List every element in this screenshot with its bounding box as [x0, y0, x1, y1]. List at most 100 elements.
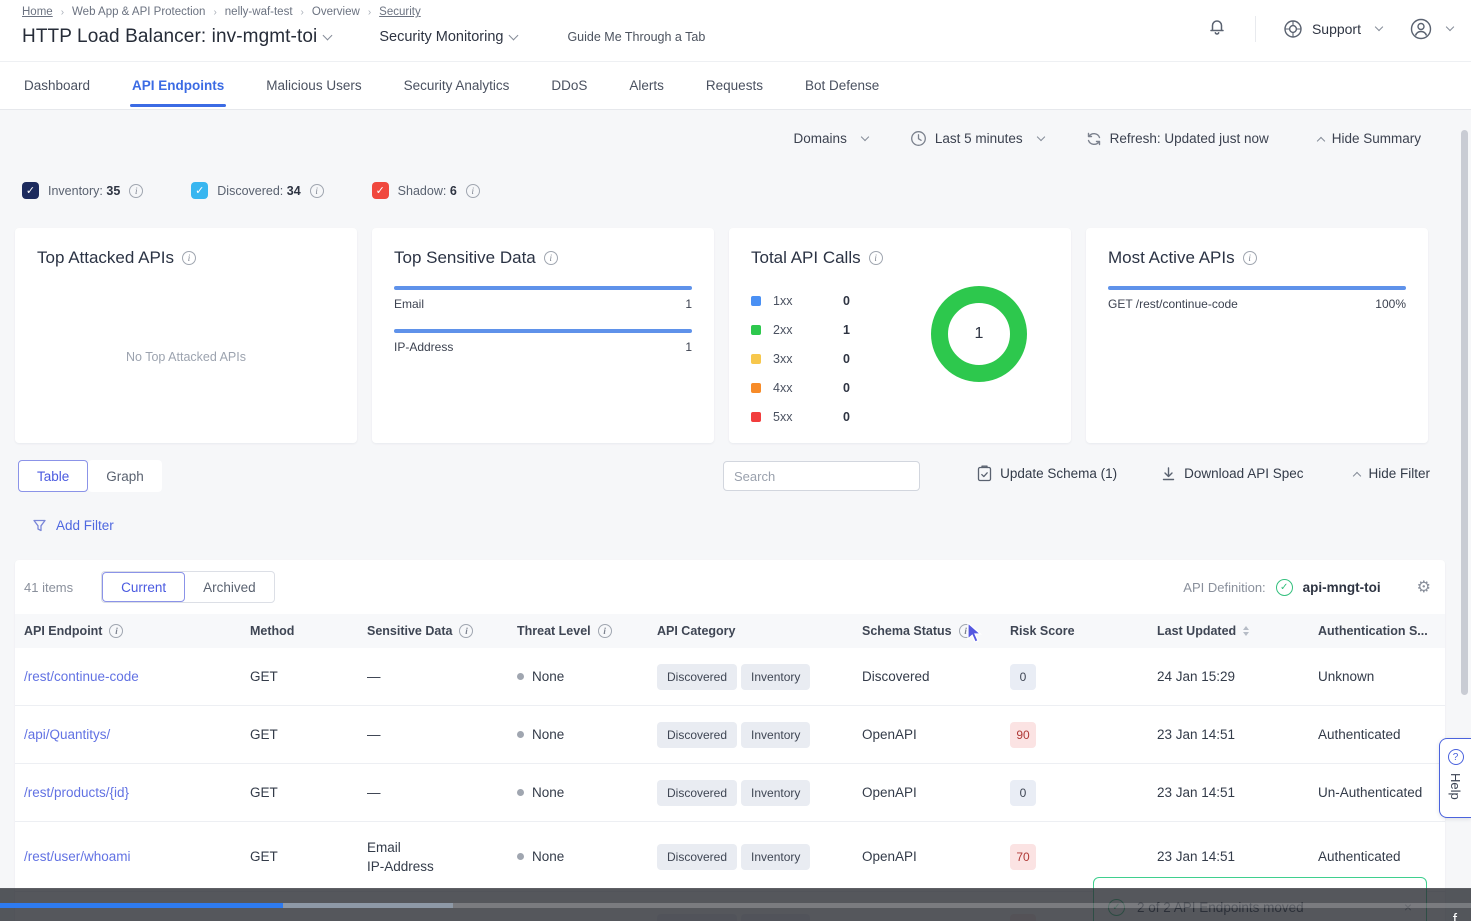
tab-dashboard[interactable]: Dashboard: [22, 64, 92, 107]
col-sensitive-data[interactable]: Sensitive Datai: [367, 624, 517, 638]
breadcrumb-separator: ›: [301, 7, 304, 18]
view-toggle: Table Graph: [18, 460, 162, 492]
current-tab[interactable]: Current: [102, 572, 185, 602]
breadcrumb-separator: ›: [61, 7, 64, 18]
col-authentication[interactable]: Authentication S...: [1318, 624, 1445, 638]
tab-alerts[interactable]: Alerts: [627, 64, 666, 107]
col-schema-status[interactable]: Schema Statusi: [862, 624, 1010, 638]
sensitive-cell: —: [367, 667, 517, 686]
table-row[interactable]: /api/Quantitys/ GET — None DiscoveredInv…: [15, 706, 1445, 764]
schema-status-cell: OpenAPI: [862, 785, 1010, 800]
info-icon[interactable]: i: [182, 251, 196, 265]
mouse-cursor: [966, 622, 986, 649]
chevron-down-icon: [861, 132, 869, 140]
col-api-endpoint[interactable]: API Endpointi: [24, 624, 250, 638]
sensitive-data-row: IP-Address1: [394, 329, 692, 354]
breadcrumb-overview[interactable]: Overview: [312, 6, 360, 18]
breadcrumb-security[interactable]: Security: [379, 6, 421, 18]
category-cell: DiscoveredInventory: [657, 844, 862, 870]
chevron-down-icon[interactable]: [509, 30, 519, 40]
category-cell: DiscoveredInventory: [657, 780, 862, 806]
table-row[interactable]: /rest/continue-code GET — None Discovere…: [15, 648, 1445, 706]
legend-label: 5xx: [773, 410, 843, 424]
inventory-checkbox[interactable]: ✓: [22, 182, 39, 199]
support-menu[interactable]: Support: [1282, 18, 1382, 40]
legend-value: 0: [843, 381, 850, 395]
update-schema-button[interactable]: Update Schema (1): [977, 465, 1117, 482]
add-filter-button[interactable]: Add Filter: [32, 518, 114, 533]
endpoint-link[interactable]: /rest/products/{id}: [24, 785, 250, 800]
category-badge: Inventory: [741, 722, 810, 748]
vertical-scrollbar[interactable]: [1461, 130, 1468, 695]
endpoint-link[interactable]: /rest/continue-code: [24, 669, 250, 684]
help-tab[interactable]: ? Help: [1439, 738, 1471, 818]
current-archived-toggle: Current Archived: [101, 571, 275, 603]
info-icon[interactable]: i: [1243, 251, 1257, 265]
bar-value: 1: [685, 297, 692, 311]
breadcrumb-home[interactable]: Home: [22, 6, 53, 18]
chevron-down-icon: [1036, 132, 1044, 140]
time-range-dropdown[interactable]: Last 5 minutes: [910, 130, 1044, 147]
chevron-down-icon[interactable]: [323, 30, 333, 40]
col-threat-level[interactable]: Threat Leveli: [517, 624, 657, 638]
bar-chart-bar: [394, 286, 692, 290]
hide-summary-toggle[interactable]: Hide Summary: [1311, 131, 1421, 146]
bar-value: 1: [685, 340, 692, 354]
endpoint-link[interactable]: /rest/user/whoami: [24, 849, 250, 864]
table-view-button[interactable]: Table: [18, 460, 88, 492]
api-calls-donut-chart: 1: [931, 286, 1027, 382]
discovered-checkbox[interactable]: ✓: [191, 182, 208, 199]
download-api-spec-button[interactable]: Download API Spec: [1161, 466, 1303, 482]
col-api-category[interactable]: API Category: [657, 624, 862, 638]
info-icon[interactable]: i: [109, 624, 123, 638]
graph-view-button[interactable]: Graph: [88, 460, 162, 492]
domains-dropdown[interactable]: Domains: [794, 131, 868, 146]
refresh-button[interactable]: Refresh: Updated just now: [1086, 131, 1269, 147]
tab-security-analytics[interactable]: Security Analytics: [402, 64, 512, 107]
table-toolbar: Table Graph Update Schema (1) Download A…: [15, 460, 1430, 492]
search-input[interactable]: [723, 461, 920, 491]
breadcrumb-waap[interactable]: Web App & API Protection: [72, 6, 205, 18]
guide-me-link[interactable]: Guide Me Through a Tab: [567, 30, 705, 44]
last-updated-cell: 23 Jan 14:51: [1157, 849, 1318, 864]
shadow-checkbox[interactable]: ✓: [372, 182, 389, 199]
gear-icon[interactable]: ⚙: [1417, 577, 1431, 597]
risk-score-badge: 70: [1010, 844, 1036, 870]
tab-bot-defense[interactable]: Bot Defense: [803, 64, 881, 107]
account-menu[interactable]: [1408, 16, 1453, 42]
tab-api-endpoints[interactable]: API Endpoints: [130, 64, 226, 107]
info-icon[interactable]: i: [129, 184, 143, 198]
col-last-updated[interactable]: Last Updated: [1157, 624, 1318, 638]
tab-ddos[interactable]: DDoS: [549, 64, 589, 107]
col-method[interactable]: Method: [250, 624, 367, 638]
info-icon[interactable]: i: [466, 184, 480, 198]
info-icon[interactable]: i: [598, 624, 612, 638]
schema-status-cell: OpenAPI: [862, 727, 1010, 742]
filter-count: 35: [106, 184, 120, 198]
info-icon[interactable]: i: [459, 624, 473, 638]
risk-score-badge: 0: [1010, 780, 1036, 806]
endpoint-link[interactable]: /api/Quantitys/: [24, 727, 250, 742]
download-icon: [1161, 466, 1176, 482]
info-icon[interactable]: i: [544, 251, 558, 265]
col-risk-score[interactable]: Risk Score: [1010, 624, 1157, 638]
category-badge: Discovered: [657, 780, 737, 806]
hide-filter-toggle[interactable]: Hide Filter: [1347, 466, 1430, 481]
table-row[interactable]: /rest/products/{id} GET — None Discovere…: [15, 764, 1445, 822]
notifications-bell-icon[interactable]: [1205, 14, 1229, 43]
info-icon[interactable]: i: [869, 251, 883, 265]
legend-swatch-2xx: [751, 325, 761, 335]
method-cell: GET: [250, 785, 367, 800]
help-label: Help: [1448, 773, 1463, 800]
legend-label: 1xx: [773, 294, 843, 308]
tab-requests[interactable]: Requests: [704, 64, 765, 107]
method-cell: GET: [250, 849, 367, 864]
chevron-down-icon: [1375, 22, 1383, 30]
api-definition-value[interactable]: api-mngt-toi: [1303, 580, 1381, 595]
archived-tab[interactable]: Archived: [185, 572, 274, 602]
threat-cell: None: [517, 785, 657, 800]
monitoring-dropdown[interactable]: Security Monitoring: [379, 29, 503, 45]
breadcrumb-lb[interactable]: nelly-waf-test: [225, 6, 293, 18]
tab-malicious-users[interactable]: Malicious Users: [264, 64, 363, 107]
info-icon[interactable]: i: [310, 184, 324, 198]
